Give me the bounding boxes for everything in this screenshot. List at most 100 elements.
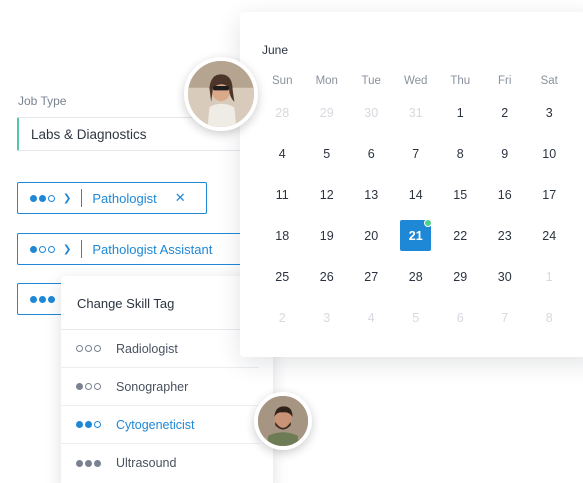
day-number: 7 — [412, 146, 420, 161]
calendar-grid: Sun Mon Tue Wed Thu Fri Sat 28 29 30 31 1 2 3 4 5 6 7 8 9 1… — [260, 70, 572, 338]
dropdown-item-label: Cytogeneticist — [116, 417, 195, 432]
level-dot — [94, 421, 101, 428]
day-number: 2 — [278, 310, 286, 325]
calendar-day[interactable]: 10 — [527, 133, 572, 174]
day-number: 7 — [501, 310, 509, 325]
calendar-week-row: 18 19 20 21 22 23 24 — [260, 215, 572, 256]
level-dot — [39, 194, 46, 202]
tag-label: Pathologist — [92, 190, 157, 206]
day-number: 23 — [497, 228, 512, 243]
calendar-day[interactable]: 12 — [305, 174, 350, 215]
calendar-week-row: 25 26 27 28 29 30 1 — [260, 256, 572, 297]
level-dot — [39, 245, 46, 253]
calendar-day[interactable]: 8 — [527, 297, 572, 338]
weekday-mon: Mon — [315, 75, 338, 87]
calendar-day[interactable]: 6 — [349, 133, 394, 174]
calendar-day[interactable]: 29 — [305, 92, 350, 133]
day-number: 20 — [364, 228, 379, 243]
avatar-woman-image — [188, 61, 254, 127]
weekday-wed: Wed — [404, 75, 428, 87]
level-dot — [94, 383, 101, 390]
calendar-day[interactable]: 6 — [438, 297, 483, 338]
day-number: 29 — [319, 105, 334, 120]
day-number: 25 — [275, 269, 290, 284]
calendar-day[interactable]: 15 — [438, 174, 483, 215]
calendar-day[interactable]: 18 — [260, 215, 305, 256]
close-icon[interactable]: ✕ — [175, 190, 186, 206]
calendar-day[interactable]: 4 — [349, 297, 394, 338]
calendar-day[interactable]: 25 — [260, 256, 305, 297]
calendar-day[interactable]: 5 — [305, 133, 350, 174]
calendar-day[interactable]: 13 — [349, 174, 394, 215]
calendar-day[interactable]: 2 — [483, 92, 528, 133]
calendar-day[interactable]: 7 — [483, 297, 528, 338]
calendar-day[interactable]: 29 — [438, 256, 483, 297]
calendar-day[interactable]: 28 — [394, 256, 439, 297]
dropdown-item-radiologist[interactable]: Radiologist — [61, 330, 259, 368]
calendar-day[interactable]: 24 — [527, 215, 572, 256]
calendar-day[interactable]: 7 — [394, 133, 439, 174]
calendar-day[interactable]: 26 — [305, 256, 350, 297]
calendar-day[interactable]: 30 — [349, 92, 394, 133]
skill-tag-pathologist[interactable]: ❯ Pathologist ✕ — [17, 182, 207, 214]
day-number: 6 — [367, 146, 375, 161]
skill-tag-pathologist-assistant[interactable]: ❯ Pathologist Assistant — [17, 233, 243, 265]
day-number: 18 — [275, 228, 290, 243]
calendar-day[interactable]: 31 — [394, 92, 439, 133]
calendar-day[interactable]: 8 — [438, 133, 483, 174]
calendar-day[interactable]: 28 — [260, 92, 305, 133]
calendar-day[interactable]: 1 — [527, 256, 572, 297]
tag-divider — [81, 240, 83, 258]
day-number: 4 — [367, 310, 375, 325]
day-number: 16 — [497, 187, 512, 202]
day-number: 11 — [275, 187, 289, 202]
calendar-day[interactable]: 30 — [483, 256, 528, 297]
level-dot — [94, 345, 101, 352]
day-number: 19 — [319, 228, 334, 243]
calendar-week-row: 11 12 13 14 15 16 17 — [260, 174, 572, 215]
chevron-down-icon[interactable]: ❯ — [63, 193, 71, 204]
calendar-day[interactable]: 22 — [438, 215, 483, 256]
avatar-man — [254, 392, 312, 450]
calendar-day[interactable]: 5 — [394, 297, 439, 338]
level-dot — [85, 383, 92, 390]
level-dot — [94, 459, 101, 467]
calendar-day[interactable]: 4 — [260, 133, 305, 174]
level-dot — [85, 421, 92, 428]
weekday-tue: Tue — [361, 75, 381, 87]
calendar-day[interactable]: 1 — [438, 92, 483, 133]
day-number: 5 — [323, 146, 331, 161]
day-number: 22 — [453, 228, 468, 243]
calendar-day[interactable]: 27 — [349, 256, 394, 297]
calendar-day[interactable]: 19 — [305, 215, 350, 256]
level-dot — [76, 421, 83, 428]
chevron-down-icon[interactable]: ❯ — [63, 244, 71, 255]
dropdown-item-ultrasound[interactable]: Ultrasound — [61, 444, 259, 482]
calendar-day[interactable]: 3 — [305, 297, 350, 338]
day-number: 27 — [364, 269, 379, 284]
day-number: 15 — [453, 187, 468, 202]
level-dot — [30, 295, 37, 303]
dropdown-item-sonographer[interactable]: Sonographer — [61, 368, 259, 406]
calendar-day-selected[interactable]: 21 — [394, 215, 439, 256]
status-dot-icon — [424, 219, 432, 227]
skill-level-indicator — [30, 245, 55, 253]
calendar-day[interactable]: 2 — [260, 297, 305, 338]
calendar-day[interactable]: 3 — [527, 92, 572, 133]
day-number: 9 — [501, 146, 509, 161]
calendar-day[interactable]: 11 — [260, 174, 305, 215]
calendar-day[interactable]: 14 — [394, 174, 439, 215]
calendar-day[interactable]: 23 — [483, 215, 528, 256]
calendar-day[interactable]: 16 — [483, 174, 528, 215]
level-dot — [76, 459, 83, 467]
calendar-day[interactable]: 9 — [483, 133, 528, 174]
level-dot — [48, 295, 55, 303]
calendar-day[interactable]: 20 — [349, 215, 394, 256]
dropdown-item-cytogeneticist[interactable]: Cytogeneticist — [61, 406, 259, 444]
day-number: 2 — [501, 105, 509, 120]
day-number: 31 — [408, 105, 423, 120]
skill-level-indicator — [76, 383, 101, 390]
calendar-day[interactable]: 17 — [527, 174, 572, 215]
skill-level-indicator — [30, 194, 55, 202]
skill-level-indicator — [76, 459, 101, 467]
